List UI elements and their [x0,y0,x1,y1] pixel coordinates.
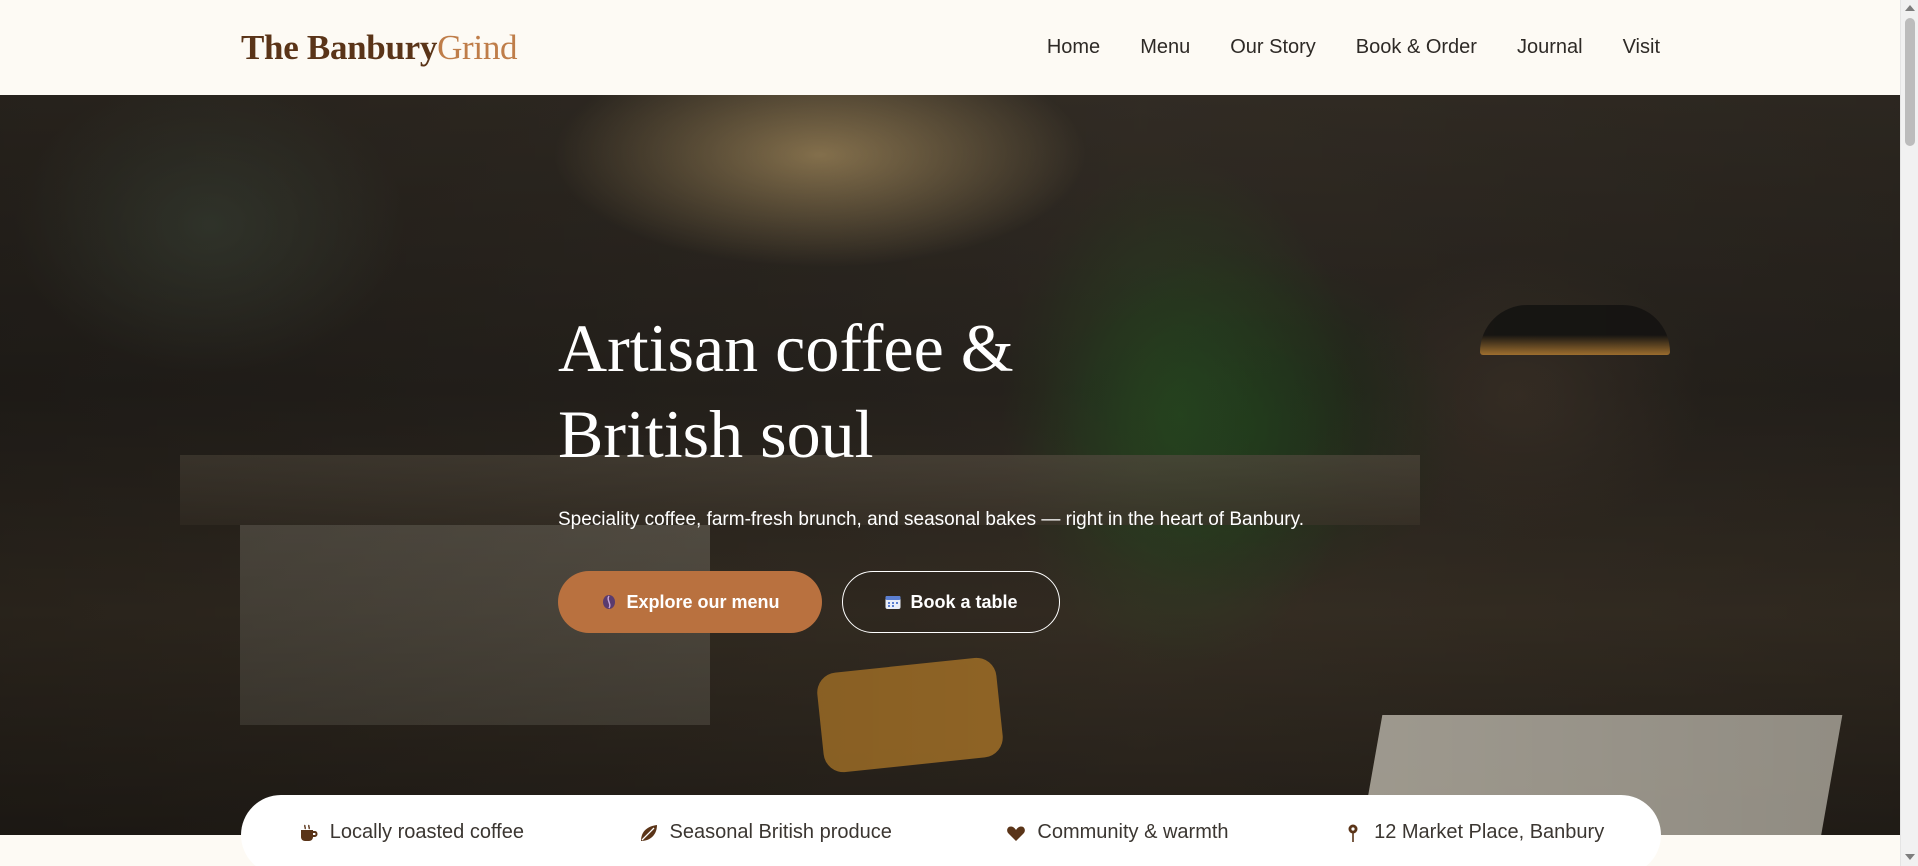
feature-address: 12 Market Place, Banbury [1342,821,1604,844]
calendar-icon [884,593,902,611]
hero-section: Artisan coffee & British soul Speciality… [0,95,1900,835]
brand-name-accent: Grind [437,27,518,67]
scroll-thumb[interactable] [1905,18,1915,146]
leaf-icon [638,822,660,844]
hero-cta-row: Explore our menu Book a table [558,571,1304,633]
brand-logo[interactable]: The BanburyGrind [241,27,518,68]
feature-strip: Locally roasted coffee Seasonal British … [241,795,1661,866]
feature-label: Locally roasted coffee [329,821,524,843]
nav-menu[interactable]: Menu [1140,36,1190,59]
feature-label: Seasonal British produce [669,821,892,843]
map-pin-icon [1342,822,1364,844]
scroll-up-arrow[interactable] [1905,5,1915,11]
coffee-bean-icon [600,593,618,611]
explore-menu-button[interactable]: Explore our menu [558,571,822,633]
nav-book-order[interactable]: Book & Order [1356,36,1477,59]
scroll-down-arrow[interactable] [1905,854,1915,860]
nav-our-story[interactable]: Our Story [1230,36,1316,59]
heart-icon [1005,822,1027,844]
book-table-button[interactable]: Book a table [842,571,1060,633]
feature-locally-roasted: Locally roasted coffee [298,821,524,844]
nav-home[interactable]: Home [1047,36,1100,59]
nav-visit[interactable]: Visit [1623,36,1660,59]
book-table-label: Book a table [910,591,1018,612]
feature-seasonal-produce: Seasonal British produce [638,821,892,844]
main-nav: Home Menu Our Story Book & Order Journal… [1047,36,1660,59]
hero-subtitle: Speciality coffee, farm-fresh brunch, an… [558,509,1304,530]
coffee-cup-icon [298,822,320,844]
site-header: The BanburyGrind Home Menu Our Story Boo… [0,0,1900,95]
hero-content: Artisan coffee & British soul Speciality… [558,305,1304,633]
hero-title: Artisan coffee & British soul [558,310,1014,472]
feature-label: Community & warmth [1037,821,1229,843]
feature-label: 12 Market Place, Banbury [1374,821,1605,843]
feature-community: Community & warmth [1005,821,1229,844]
nav-journal[interactable]: Journal [1517,36,1583,59]
page-scrollbar[interactable] [1900,0,1918,866]
explore-menu-label: Explore our menu [626,591,780,612]
brand-name-primary: The Banbury [241,27,438,67]
